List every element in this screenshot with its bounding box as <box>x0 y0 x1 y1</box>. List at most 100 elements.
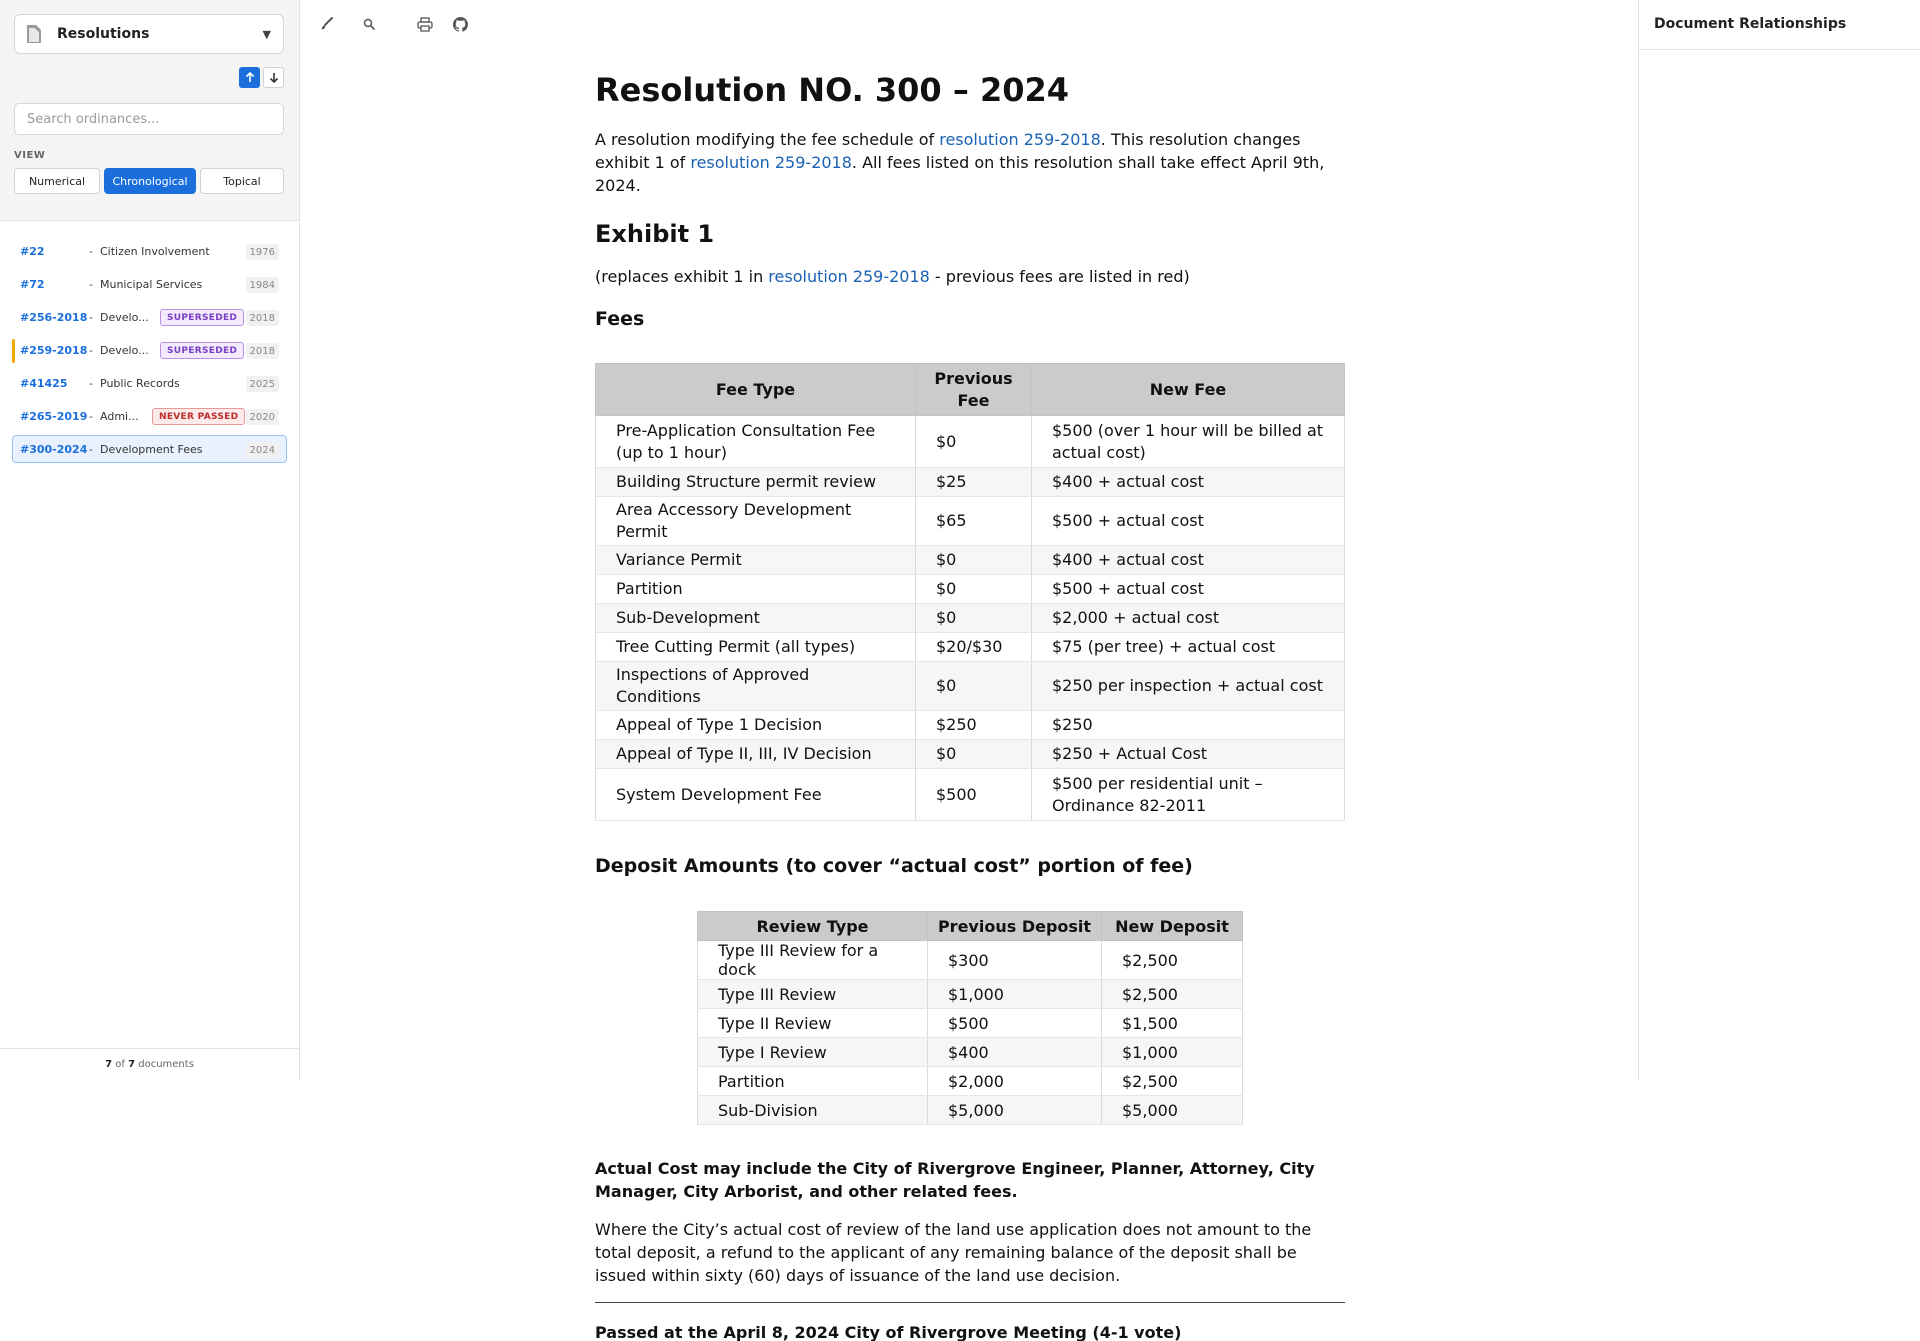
sort-ascending-button[interactable] <box>239 67 260 88</box>
document-list: #22 - Citizen Involvement 1976 #72 - Mun… <box>12 237 287 468</box>
table-cell: $20/$30 <box>915 632 1032 662</box>
table-cell: Appeal of Type II, III, IV Decision <box>595 739 916 769</box>
table-cell: $2,500 <box>1101 940 1243 980</box>
table-cell: $2,500 <box>1101 979 1243 1009</box>
arrow-down-icon <box>269 73 278 83</box>
superseded-badge: SUPERSEDED <box>160 309 245 326</box>
table-cell: $5,000 <box>927 1095 1102 1125</box>
document-number: #72 <box>20 277 45 291</box>
document-number: #265-2019 <box>20 409 88 423</box>
table-cell: $250 <box>1031 710 1345 740</box>
table-cell: $250 + Actual Cost <box>1031 739 1345 769</box>
column-header: Previous Deposit <box>927 911 1102 941</box>
separator: - <box>89 277 93 291</box>
fees-table: Fee Type Previous Fee New Fee Pre-Applic… <box>595 363 1345 821</box>
table-row: Pre-Application Consultation Fee (up to … <box>595 415 1345 468</box>
table-row: Appeal of Type II, III, IV Decision $0 $… <box>595 739 1345 769</box>
document-title: Develo... <box>100 310 149 324</box>
table-cell: $500 (over 1 hour will be billed at actu… <box>1031 415 1345 468</box>
document-list-item[interactable]: #22 - Citizen Involvement 1976 <box>12 237 287 265</box>
table-cell: $5,000 <box>1101 1095 1243 1125</box>
count-shown: 7 <box>105 1059 113 1070</box>
exhibit-heading: Exhibit 1 <box>595 220 715 248</box>
document-number: #22 <box>20 244 45 258</box>
column-header: New Fee <box>1031 363 1345 416</box>
table-row: Sub-Development $0 $2,000 + actual cost <box>595 603 1345 633</box>
collection-select[interactable]: Resolutions ▼ <box>14 14 284 54</box>
search-input[interactable] <box>14 103 284 135</box>
table-cell: $65 <box>915 496 1032 546</box>
table-cell: Type II Review <box>697 1008 928 1038</box>
table-cell: $2,000 <box>927 1066 1102 1096</box>
sort-descending-button[interactable] <box>263 67 284 88</box>
chevron-down-icon: ▼ <box>262 27 271 41</box>
table-cell: $1,500 <box>1101 1008 1243 1038</box>
document-list-item[interactable]: #265-2019 - Admi... NEVER PASSED 2020 <box>12 402 287 430</box>
resolution-link[interactable]: resolution 259-2018 <box>768 267 930 286</box>
table-cell: $500 per residential unit – Ordinance 82… <box>1031 768 1345 821</box>
brush-icon[interactable] <box>318 15 336 33</box>
document-title: Develo... <box>100 343 149 357</box>
document-count: 7 of 7 documents <box>0 1048 299 1080</box>
count-of: of <box>115 1059 125 1070</box>
document-year: 2018 <box>245 343 279 359</box>
arrow-up-icon <box>245 72 254 82</box>
resolution-link[interactable]: resolution 259-2018 <box>690 153 852 172</box>
document-number: #259-2018 <box>20 343 88 357</box>
column-header: Previous Fee <box>915 363 1032 416</box>
sidebar: Resolutions ▼ VIEW Numerical Chronologic… <box>0 0 300 1080</box>
table-row: Inspections of Approved Conditions $0 $2… <box>595 661 1345 711</box>
document-year: 1984 <box>245 277 279 293</box>
view-chronological-button[interactable]: Chronological <box>104 168 196 194</box>
table-cell: Partition <box>697 1066 928 1096</box>
github-icon[interactable] <box>451 15 469 33</box>
table-cell: System Development Fee <box>595 768 916 821</box>
table-cell: Sub-Development <box>595 603 916 633</box>
table-cell: $300 <box>927 940 1102 980</box>
table-cell: $0 <box>915 574 1032 604</box>
document-list-item[interactable]: #72 - Municipal Services 1984 <box>12 270 287 298</box>
separator: - <box>89 310 93 324</box>
table-row: Partition $0 $500 + actual cost <box>595 574 1345 604</box>
document-number: #41425 <box>20 376 68 390</box>
document-year: 2024 <box>245 442 279 458</box>
table-row: Variance Permit $0 $400 + actual cost <box>595 545 1345 575</box>
table-cell: Area Accessory Development Permit <box>595 496 916 546</box>
separator: - <box>89 376 93 390</box>
document-list-item[interactable]: #259-2018 - Develo... SUPERSEDED 2018 <box>12 336 287 364</box>
table-cell: $1,000 <box>927 979 1102 1009</box>
print-icon[interactable] <box>416 15 434 33</box>
document-icon <box>27 25 43 43</box>
document-list-item[interactable]: #256-2018 - Develo... SUPERSEDED 2018 <box>12 303 287 331</box>
table-row: Building Structure permit review $25 $40… <box>595 467 1345 497</box>
view-toggle: Numerical Chronological Topical <box>14 168 284 194</box>
column-header: Review Type <box>697 911 928 941</box>
deposit-table: Review Type Previous Deposit New Deposit… <box>697 911 1243 1125</box>
replaces-paragraph: (replaces exhibit 1 in resolution 259-20… <box>595 265 1345 288</box>
table-cell: $250 per inspection + actual cost <box>1031 661 1345 711</box>
table-cell: $75 (per tree) + actual cost <box>1031 632 1345 662</box>
table-cell: $0 <box>915 603 1032 633</box>
table-header-row: Review Type Previous Deposit New Deposit <box>697 911 1243 941</box>
fees-heading: Fees <box>595 308 645 330</box>
document-number: #300-2024 <box>20 442 88 456</box>
table-cell: Building Structure permit review <box>595 467 916 497</box>
column-header: New Deposit <box>1101 911 1243 941</box>
search-icon[interactable] <box>360 15 378 33</box>
table-row: System Development Fee $500 $500 per res… <box>595 768 1345 821</box>
table-row: Appeal of Type 1 Decision $250 $250 <box>595 710 1345 740</box>
refund-note: Where the City’s actual cost of review o… <box>595 1220 1312 1285</box>
document-list-item-selected[interactable]: #300-2024 - Development Fees 2024 <box>12 435 287 463</box>
table-cell: $0 <box>915 739 1032 769</box>
document-title: Public Records <box>100 376 180 390</box>
view-topical-button[interactable]: Topical <box>200 168 284 194</box>
document-title: Admi... <box>100 409 139 423</box>
document-year: 2018 <box>245 310 279 326</box>
separator: - <box>89 244 93 258</box>
resolution-link[interactable]: resolution 259-2018 <box>939 130 1101 149</box>
replaces-text: (replaces exhibit 1 in <box>595 267 769 286</box>
view-numerical-button[interactable]: Numerical <box>14 168 100 194</box>
document-list-item[interactable]: #41425 - Public Records 2025 <box>12 369 287 397</box>
table-cell: $400 + actual cost <box>1031 467 1345 497</box>
intro-paragraph: A resolution modifying the fee schedule … <box>595 128 1345 197</box>
